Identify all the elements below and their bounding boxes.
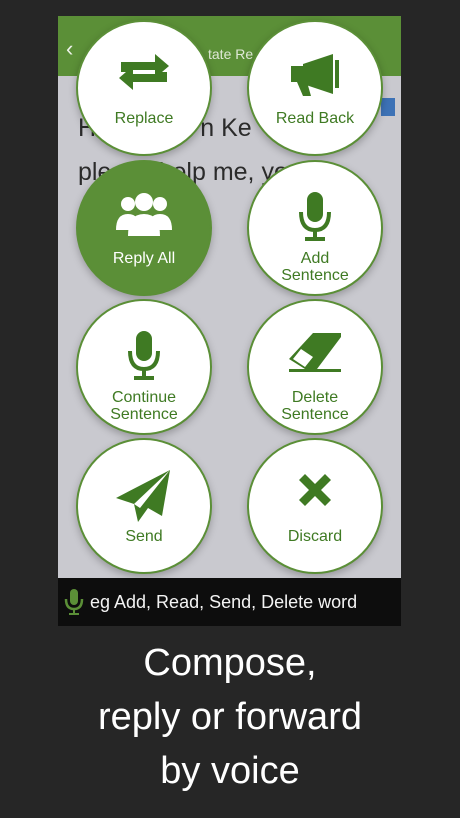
eraser-icon <box>289 333 341 372</box>
send-button[interactable]: Send <box>76 438 212 574</box>
send-label: Send <box>125 528 163 545</box>
read-back-button[interactable]: Read Back <box>247 20 383 156</box>
replace-button[interactable]: Replace <box>76 20 212 156</box>
delete-sentence-label-line1: Delete <box>291 389 339 406</box>
delete-sentence-label-line2: Sentence <box>281 406 349 423</box>
discard-label: Discard <box>287 528 343 545</box>
replace-label: Replace <box>114 110 174 127</box>
close-icon <box>299 474 331 506</box>
read-back-label: Read Back <box>275 110 355 127</box>
add-sentence-label: Add Sentence <box>249 250 381 284</box>
voice-hint-text: eg Add, Read, Send, Delete word <box>90 591 358 612</box>
caption-line-3: by voice <box>160 750 300 792</box>
microphone-icon <box>64 589 84 615</box>
reply-all-button[interactable]: Reply All <box>76 160 212 296</box>
reply-all-label: Reply All <box>112 250 176 267</box>
back-button[interactable]: ‹ <box>66 38 73 60</box>
delete-sentence-label: Delete Sentence <box>249 389 381 423</box>
delete-sentence-button[interactable]: Delete Sentence <box>247 299 383 435</box>
send-icon <box>116 470 170 522</box>
continue-sentence-label-line2: Sentence <box>110 406 178 423</box>
caption-line-2: reply or forward <box>98 696 362 738</box>
continue-sentence-label-line1: Continue <box>111 389 177 406</box>
repeat-icon <box>119 54 169 90</box>
continue-sentence-button[interactable]: Continue Sentence <box>76 299 212 435</box>
caption-line-1: Compose, <box>143 642 317 684</box>
header-title: tate Re <box>208 46 254 62</box>
add-sentence-label-line1: Add <box>300 250 330 267</box>
voice-command-bar[interactable]: eg Add, Read, Send, Delete word <box>58 578 401 626</box>
microphone-icon <box>128 331 160 380</box>
megaphone-icon <box>291 54 339 96</box>
group-icon <box>116 193 172 236</box>
continue-sentence-label: Continue Sentence <box>78 389 210 423</box>
phone-screen: ‹ tate Re H n Ke please help me, you're … <box>58 16 401 626</box>
add-sentence-button[interactable]: Add Sentence <box>247 160 383 296</box>
discard-button[interactable]: Discard <box>247 438 383 574</box>
add-sentence-label-line2: Sentence <box>281 267 349 284</box>
promo-caption: Compose, reply or forward by voice <box>0 636 460 798</box>
microphone-icon <box>299 192 331 241</box>
